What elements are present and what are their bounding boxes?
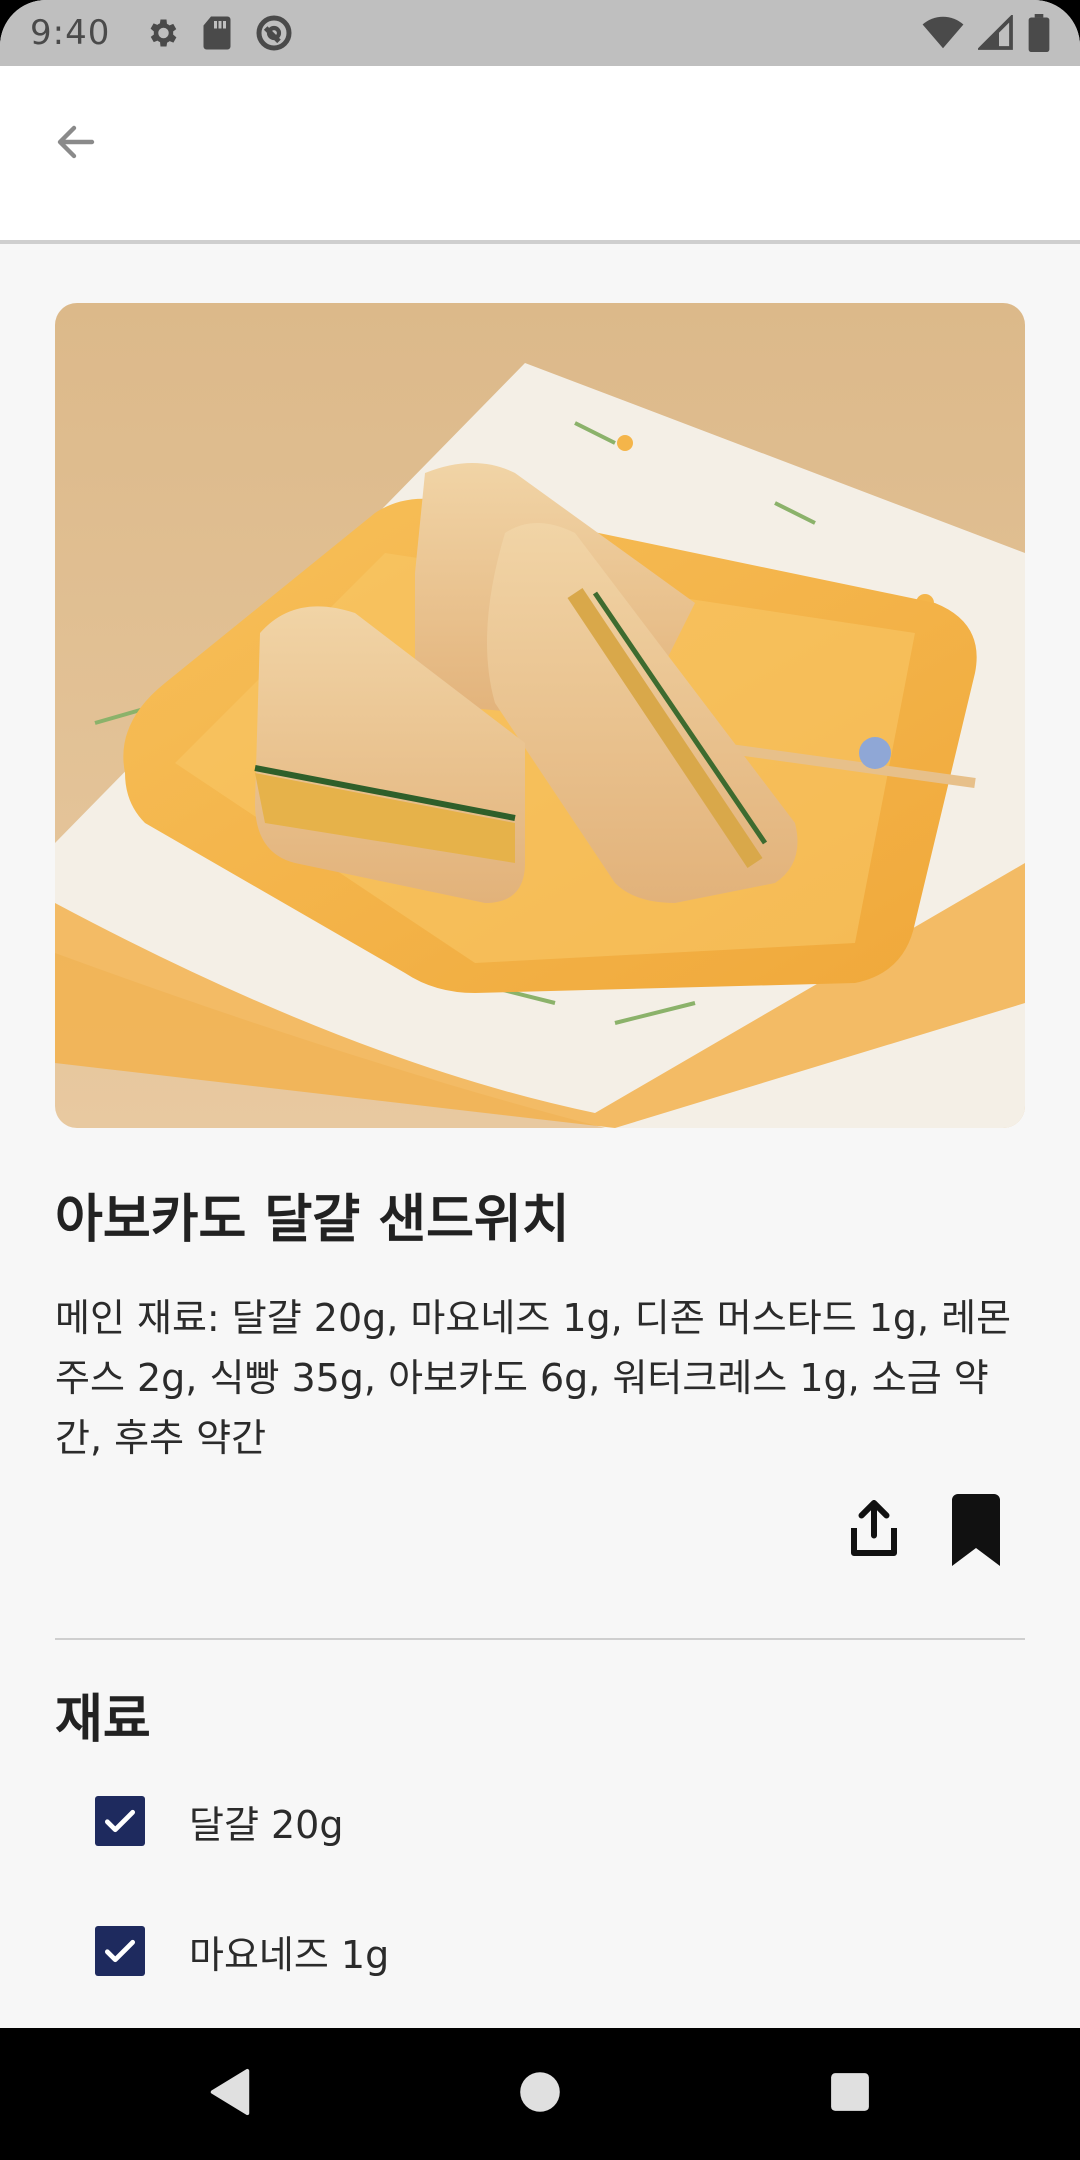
gear-icon [144, 15, 180, 51]
bookmark-button[interactable] [944, 1492, 1008, 1572]
nav-recents-button[interactable] [810, 2054, 890, 2134]
bookmark-icon [949, 1494, 1003, 1570]
back-triangle-icon [208, 2067, 252, 2121]
status-right-icons [922, 14, 1050, 52]
ingredients-title: 재료 [55, 1690, 151, 1750]
arrow-left-icon [52, 118, 100, 170]
wifi-icon [922, 16, 964, 50]
recents-square-icon [829, 2071, 871, 2117]
recipe-description: 메인 재료: 달걀 20g, 마요네즈 1g, 디존 머스타드 1g, 레몬주스… [55, 1296, 1012, 1460]
recipe-content[interactable]: 아보카도 달걀 샌드위치 메인 재료: 달걀 20g, 마요네즈 1g, 디존 … [0, 248, 1080, 2028]
ingredient-item[interactable]: 마요네즈 1g [95, 1921, 995, 1981]
status-left-icons [144, 13, 294, 53]
status-bar: 9:40 [0, 0, 1080, 66]
ingredient-item[interactable]: 달걀 20g [95, 1791, 995, 1851]
back-button[interactable] [44, 112, 108, 176]
share-icon [844, 1495, 904, 1565]
section-divider [55, 1638, 1025, 1640]
ingredient-label: 달걀 20g [189, 1802, 344, 1847]
check-icon [104, 1939, 136, 1963]
check-icon [104, 1809, 136, 1833]
ingredient-checkbox[interactable] [95, 1796, 145, 1846]
ingredient-label: 마요네즈 1g [189, 1932, 390, 1977]
share-button[interactable] [840, 1490, 908, 1570]
sync-circle-icon [254, 13, 294, 53]
navigation-bar [0, 2028, 1080, 2160]
home-circle-icon [518, 2070, 562, 2118]
app-screen: 9:40 아보카도 달걀 샌드위치 메인 재료: 달걀 20g, 마요네즈 1g… [0, 0, 1080, 2160]
signal-icon [978, 15, 1014, 51]
recipe-title: 아보카도 달걀 샌드위치 [55, 1190, 570, 1250]
recipe-image [55, 303, 1025, 1128]
ingredient-checkbox[interactable] [95, 1926, 145, 1976]
battery-icon [1028, 14, 1050, 52]
app-bar [0, 66, 1080, 244]
sd-card-icon [202, 15, 232, 51]
status-time: 9:40 [30, 13, 111, 53]
nav-back-button[interactable] [190, 2062, 270, 2126]
nav-home-button[interactable] [500, 2054, 580, 2134]
